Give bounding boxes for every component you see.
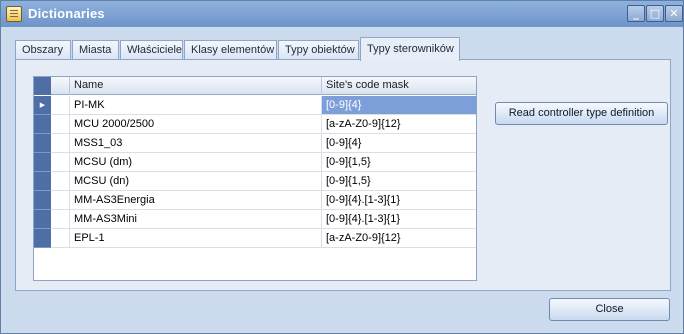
- title-bar[interactable]: Dictionaries _ □ ✕: [1, 1, 683, 27]
- column-header-name[interactable]: Name: [70, 77, 322, 95]
- table-row[interactable]: MSS1_03 [0-9]{4}: [34, 134, 476, 153]
- table-row[interactable]: MM-AS3Mini [0-9]{4}.[1-3]{1}: [34, 210, 476, 229]
- cell-code-mask[interactable]: [a-zA-Z0-9]{12}: [322, 229, 476, 248]
- tab-miasta[interactable]: Miasta: [72, 40, 119, 60]
- row-spacer-cell: [51, 134, 70, 153]
- cell-name[interactable]: PI-MK: [70, 96, 322, 115]
- tab-obszary[interactable]: Obszary: [15, 40, 71, 60]
- controller-types-grid[interactable]: Name Site's code mask ▶ PI-MK [0-9]{4} MCU …: [33, 76, 477, 281]
- cell-code-mask[interactable]: [0-9]{4}: [322, 96, 476, 115]
- row-spacer-cell: [51, 229, 70, 248]
- tab-panel: Name Site's code mask ▶ PI-MK [0-9]{4} MCU …: [15, 59, 671, 291]
- cell-name[interactable]: MCSU (dn): [70, 172, 322, 191]
- cell-code-mask[interactable]: [0-9]{4}: [322, 134, 476, 153]
- cell-name[interactable]: MCSU (dm): [70, 153, 322, 172]
- cell-code-mask[interactable]: [0-9]{4}.[1-3]{1}: [322, 210, 476, 229]
- blank-header-cell: [51, 77, 70, 95]
- row-header-cell[interactable]: [34, 191, 51, 210]
- cell-code-mask[interactable]: [0-9]{1,5}: [322, 153, 476, 172]
- tab-wlasciciele[interactable]: Właściciele: [120, 40, 183, 60]
- cell-code-mask[interactable]: [a-zA-Z0-9]{12}: [322, 115, 476, 134]
- row-header-cell[interactable]: [34, 134, 51, 153]
- grid-header: Name Site's code mask: [34, 77, 476, 95]
- dialog-client-area: Obszary Miasta Właściciele Klasy element…: [3, 28, 681, 332]
- cell-name[interactable]: MM-AS3Mini: [70, 210, 322, 229]
- dictionary-app-icon: [6, 6, 22, 22]
- row-spacer-cell: [51, 115, 70, 134]
- row-spacer-cell: [51, 153, 70, 172]
- read-controller-type-definition-button[interactable]: Read controller type definition: [495, 102, 668, 125]
- table-row[interactable]: EPL-1 [a-zA-Z0-9]{12}: [34, 229, 476, 248]
- table-row[interactable]: MM-AS3Energia [0-9]{4}.[1-3]{1}: [34, 191, 476, 210]
- current-row-indicator-icon[interactable]: ▶: [34, 96, 51, 115]
- cell-name[interactable]: MSS1_03: [70, 134, 322, 153]
- maximize-button[interactable]: □: [646, 5, 664, 22]
- row-header-cell[interactable]: [34, 115, 51, 134]
- table-row[interactable]: ▶ PI-MK [0-9]{4}: [34, 96, 476, 115]
- row-header-cell[interactable]: [34, 229, 51, 248]
- dictionaries-window: Dictionaries _ □ ✕ Obszary Miasta Właści…: [0, 0, 684, 334]
- cell-name[interactable]: EPL-1: [70, 229, 322, 248]
- row-header-cell[interactable]: [34, 210, 51, 229]
- column-header-code-mask[interactable]: Site's code mask: [322, 77, 476, 95]
- cell-code-mask[interactable]: [0-9]{4}.[1-3]{1}: [322, 191, 476, 210]
- tab-klasy-elementow[interactable]: Klasy elementów: [184, 40, 277, 60]
- table-row[interactable]: MCSU (dn) [0-9]{1,5}: [34, 172, 476, 191]
- cell-name[interactable]: MCU 2000/2500: [70, 115, 322, 134]
- tab-typy-sterownikow[interactable]: Typy sterowników: [360, 37, 460, 61]
- minimize-button[interactable]: _: [627, 5, 645, 22]
- row-header-cell[interactable]: [34, 172, 51, 191]
- cell-name[interactable]: MM-AS3Energia: [70, 191, 322, 210]
- close-window-button[interactable]: ✕: [665, 5, 683, 22]
- cell-code-mask[interactable]: [0-9]{1,5}: [322, 172, 476, 191]
- close-button[interactable]: Close: [549, 298, 670, 321]
- row-header-cell[interactable]: [34, 153, 51, 172]
- window-title: Dictionaries: [28, 6, 105, 21]
- row-spacer-cell: [51, 210, 70, 229]
- table-row[interactable]: MCSU (dm) [0-9]{1,5}: [34, 153, 476, 172]
- tab-typy-obiektow[interactable]: Typy obiektów: [278, 40, 359, 60]
- row-spacer-cell: [51, 96, 70, 115]
- row-spacer-cell: [51, 191, 70, 210]
- table-row[interactable]: MCU 2000/2500 [a-zA-Z0-9]{12}: [34, 115, 476, 134]
- row-spacer-cell: [51, 172, 70, 191]
- row-header-corner: [34, 77, 51, 95]
